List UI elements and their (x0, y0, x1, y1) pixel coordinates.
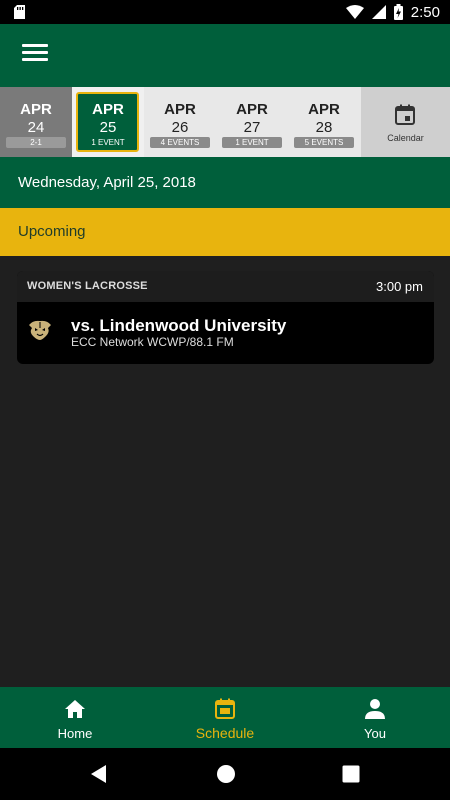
event-time: 3:00 pm (376, 279, 423, 294)
app-bar (0, 24, 450, 87)
date-tab-month: APR (308, 101, 340, 118)
sd-card-icon (14, 5, 25, 19)
event-sport: WOMEN'S LACROSSE (27, 280, 148, 292)
date-tab-badge: 2-1 (6, 137, 66, 148)
section-label-upcoming: Upcoming (0, 208, 450, 256)
back-icon[interactable] (89, 764, 109, 784)
date-tab-badge: 5 EVENTS (294, 137, 354, 148)
date-tab-apr-27[interactable]: APR 27 1 EVENT (216, 87, 288, 157)
nav-you[interactable]: You (300, 687, 450, 748)
person-icon (365, 699, 385, 719)
recents-icon[interactable] (342, 765, 360, 783)
opponent-logo-icon (29, 320, 51, 340)
date-tab-day: 25 (99, 119, 117, 136)
date-tab-badge: 1 EVENT (222, 137, 282, 148)
date-tab-apr-26[interactable]: APR 26 4 EVENTS (144, 87, 216, 157)
date-tab-apr-28[interactable]: APR 28 5 EVENTS (288, 87, 360, 157)
date-tab-badge: 4 EVENTS (150, 137, 210, 148)
date-tab-apr-25[interactable]: APR 25 1 EVENT (72, 87, 144, 157)
signal-icon (371, 5, 386, 19)
status-bar: 2:50 (0, 0, 450, 24)
wifi-icon (345, 5, 364, 19)
nav-schedule-label: Schedule (195, 725, 255, 741)
nav-home[interactable]: Home (0, 687, 150, 748)
calendar-icon (395, 104, 415, 125)
date-tab-apr-24[interactable]: APR 24 2-1 (0, 87, 72, 157)
battery-icon (393, 4, 403, 20)
selected-date-header: Wednesday, April 25, 2018 (0, 157, 450, 208)
event-card-header: WOMEN'S LACROSSE 3:00 pm (17, 271, 434, 302)
calendar-label: Calendar (387, 133, 424, 143)
event-opponent: vs. Lindenwood University (71, 316, 287, 335)
bottom-nav: Home Schedule You (0, 687, 450, 748)
nav-home-label: Home (57, 726, 93, 741)
date-tab-month: APR (236, 101, 268, 118)
date-tab-day: 27 (243, 119, 261, 136)
nav-schedule[interactable]: Schedule (150, 687, 300, 748)
date-tab-badge: 1 EVENT (91, 138, 125, 147)
clock: 2:50 (410, 3, 440, 21)
nav-you-label: You (364, 726, 386, 741)
date-tab-month: APR (20, 101, 52, 118)
date-tab-day: 28 (315, 119, 333, 136)
date-tab-day: 26 (171, 119, 189, 136)
calendar-button[interactable]: Calendar (361, 87, 450, 157)
home-icon (65, 700, 85, 718)
date-tab-month: APR (92, 101, 124, 118)
date-tab-month: APR (164, 101, 196, 118)
event-card[interactable]: WOMEN'S LACROSSE 3:00 pm vs. Lindenwood … (17, 271, 434, 364)
menu-icon[interactable] (22, 44, 48, 66)
date-strip: APR 24 2-1 APR 25 1 EVENT APR 26 4 EVENT… (0, 87, 450, 157)
event-network: ECC Network WCWP/88.1 FM (71, 335, 234, 349)
schedule-icon (215, 698, 235, 719)
home-button-icon[interactable] (216, 764, 236, 784)
system-nav-bar (0, 748, 450, 800)
date-tab-day: 24 (27, 119, 45, 136)
